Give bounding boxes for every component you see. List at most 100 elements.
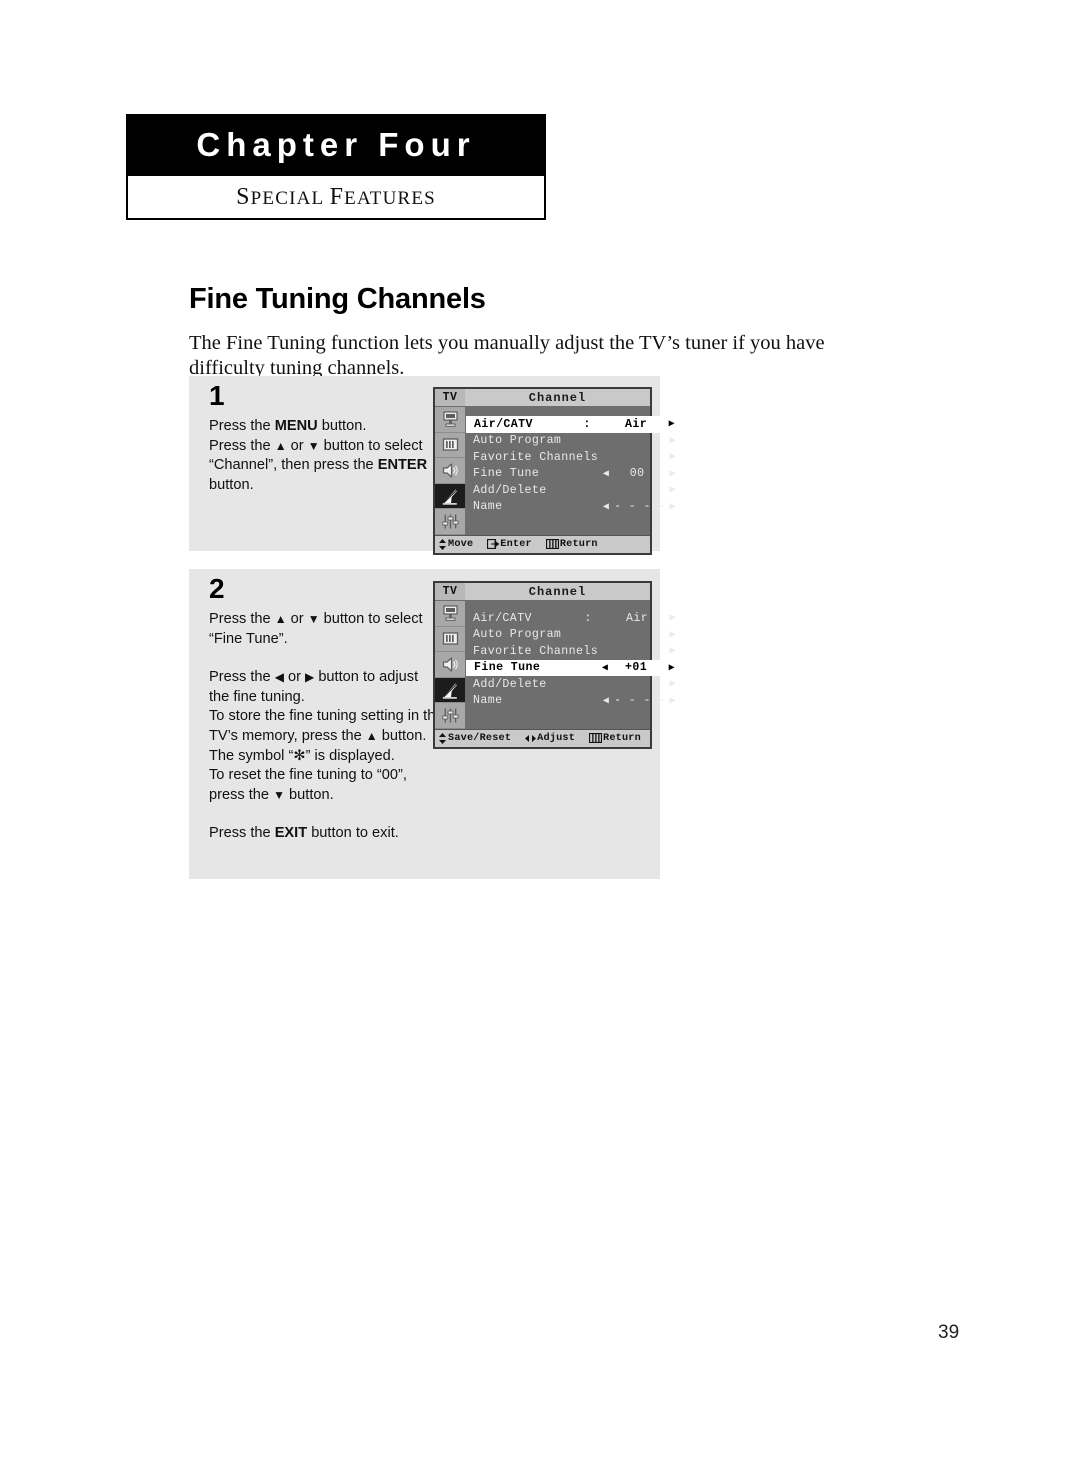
osd-icon-sidebar bbox=[435, 601, 465, 729]
instruction-text: Press the bbox=[209, 437, 275, 454]
tv-osd-menu-step-1[interactable]: TV Channel Air/CATV: Air ▶ Auto Program ▶ Favor… bbox=[433, 387, 681, 555]
osd-left-arrow-icon[interactable]: ◀ bbox=[598, 501, 614, 513]
chapter-subtitle: SPECIAL FEATURES bbox=[236, 184, 436, 211]
instruction-text: or bbox=[283, 669, 306, 686]
arrow-icon: ▲ bbox=[274, 438, 287, 453]
instruction-line: The symbol “✻” is displayed. bbox=[209, 747, 444, 767]
osd-footer-hint: Save/Reset bbox=[438, 732, 512, 744]
button-name: EXIT bbox=[274, 825, 308, 842]
instruction-line: the fine tuning. bbox=[209, 688, 444, 708]
step-number-1: 1 bbox=[209, 380, 225, 411]
osd-right-arrow-icon[interactable]: ▶ bbox=[659, 418, 675, 430]
instruction-text: button to adjust bbox=[314, 669, 419, 686]
picture-bars-icon[interactable] bbox=[435, 432, 465, 459]
osd-footer-label: Enter bbox=[500, 538, 532, 550]
osd-left-arrow-icon[interactable]: ◀ bbox=[598, 468, 614, 480]
osd-item-value: Air bbox=[625, 417, 648, 431]
osd-menu-item[interactable]: Air/CATV: Air ▶ bbox=[466, 416, 681, 433]
enter-key-icon bbox=[487, 539, 500, 550]
osd-menu-item[interactable]: Name ◀ - - - - ▶ bbox=[465, 693, 681, 710]
osd-tv-tag: TV bbox=[435, 583, 465, 600]
osd-menu-item[interactable]: Auto Program ▶ bbox=[465, 627, 681, 644]
instruction-line: “Fine Tune”. bbox=[209, 630, 444, 650]
osd-footer-hint: Return bbox=[589, 733, 641, 744]
chapter-subtitle-cap-1: S bbox=[236, 183, 251, 210]
osd-right-arrow-icon[interactable]: ▶ bbox=[660, 451, 676, 463]
instruction-text: The symbol “✻” is displayed. bbox=[209, 747, 395, 764]
osd-menu-item[interactable]: Fine Tune ◀ +01 ▶ bbox=[466, 659, 681, 676]
instruction-text: button. bbox=[317, 418, 367, 434]
osd-item-label: Name bbox=[473, 694, 503, 708]
osd-menu-item[interactable]: Air/CATV: Air ▶ bbox=[465, 610, 681, 627]
button-name: MENU bbox=[274, 418, 318, 434]
osd-footer-label: Return bbox=[603, 732, 641, 744]
osd-right-arrow-icon[interactable]: ▶ bbox=[660, 484, 676, 496]
osd-right-arrow-icon[interactable]: ▶ bbox=[660, 435, 676, 447]
osd-left-arrow-icon[interactable]: ◀ bbox=[598, 695, 614, 707]
tv-osd-menu-step-2[interactable]: TV Channel Air/CATV: Air ▶ Auto Program ▶ Favor… bbox=[433, 581, 681, 749]
osd-item-value: - - - - bbox=[614, 694, 666, 708]
osd-item-value: +01 bbox=[625, 661, 648, 675]
satellite-dish-icon[interactable] bbox=[435, 677, 465, 704]
osd-right-arrow-icon[interactable]: ▶ bbox=[660, 468, 676, 480]
monitor-icon[interactable] bbox=[435, 407, 465, 433]
arrow-icon: ▼ bbox=[307, 612, 320, 626]
instruction-line: Press the EXIT button to exit. bbox=[209, 824, 444, 844]
osd-right-arrow-icon[interactable]: ▶ bbox=[660, 695, 676, 707]
osd-footer-label: Save/Reset bbox=[448, 732, 512, 744]
instruction-text: button to select bbox=[319, 437, 423, 454]
picture-bars-icon[interactable] bbox=[435, 626, 465, 653]
chapter-title-bar: Chapter Four bbox=[126, 114, 546, 176]
sliders-icon[interactable] bbox=[435, 509, 465, 535]
osd-item-label: Name bbox=[473, 500, 503, 514]
osd-right-arrow-icon[interactable]: ▶ bbox=[660, 629, 676, 641]
osd-menu-item[interactable]: Favorite Channels ▶ bbox=[465, 449, 681, 466]
instruction-text: button to exit. bbox=[307, 825, 399, 842]
instruction-text: “Channel”, then press the bbox=[209, 457, 378, 474]
osd-body: Air/CATV: Air ▶ Auto Program ▶ Favorite Chann… bbox=[435, 601, 681, 729]
step-instructions-1: Press the MENU button. Press the ▲ or ▼ b… bbox=[209, 417, 444, 495]
osd-item-label: Air/CATV bbox=[473, 611, 532, 625]
osd-item-colon: : bbox=[584, 611, 592, 625]
instruction-text: “Fine Tune”. bbox=[209, 630, 288, 647]
osd-item-list: Air/CATV: Air ▶ Auto Program ▶ Favorite Chann… bbox=[465, 407, 681, 535]
monitor-icon[interactable] bbox=[435, 601, 465, 627]
chapter-title: Chapter Four bbox=[196, 126, 476, 163]
osd-right-arrow-icon[interactable]: ▶ bbox=[659, 662, 675, 674]
osd-tv-tag: TV bbox=[435, 389, 465, 406]
arrow-icon: ▼ bbox=[273, 787, 285, 802]
osd-item-label: Fine Tune bbox=[474, 661, 541, 675]
satellite-dish-icon[interactable] bbox=[435, 483, 465, 510]
osd-right-arrow-icon[interactable]: ▶ bbox=[660, 612, 676, 624]
osd-right-arrow-icon[interactable]: ▶ bbox=[660, 501, 676, 513]
osd-right-arrow-icon[interactable]: ▶ bbox=[660, 678, 676, 690]
osd-menu-item[interactable]: Add/Delete ▶ bbox=[465, 676, 681, 693]
osd-left-arrow-icon[interactable]: ◀ bbox=[597, 662, 613, 674]
arrow-icon: ▲ bbox=[365, 728, 378, 743]
osd-item-list: Air/CATV: Air ▶ Auto Program ▶ Favorite Chann… bbox=[465, 601, 681, 729]
osd-menu-item[interactable]: Favorite Channels ▶ bbox=[465, 643, 681, 660]
instruction-text: or bbox=[286, 437, 308, 454]
osd-item-value: - - - - bbox=[614, 500, 666, 514]
intro-paragraph: The Fine Tuning function lets you manual… bbox=[189, 331, 825, 379]
osd-menu-item[interactable]: Name ◀ - - - - ▶ bbox=[465, 499, 681, 516]
instruction-text: button. bbox=[209, 476, 254, 493]
instruction-line: To reset the fine tuning to “00”, bbox=[209, 766, 444, 786]
instruction-text: button. bbox=[284, 786, 334, 803]
page-title: Fine Tuning Channels bbox=[189, 283, 486, 316]
osd-right-arrow-icon[interactable]: ▶ bbox=[660, 645, 676, 657]
osd-menu-item[interactable]: Fine Tune ◀ 00 ▶ bbox=[465, 466, 681, 483]
instruction-text: Press the bbox=[209, 825, 275, 842]
osd-title-bar: TV Channel bbox=[435, 389, 650, 407]
sliders-icon[interactable] bbox=[435, 703, 465, 729]
instruction-text: button. bbox=[377, 727, 427, 744]
osd-item-label: Auto Program bbox=[473, 628, 562, 642]
speaker-icon[interactable] bbox=[435, 458, 465, 484]
osd-menu-item[interactable]: Auto Program ▶ bbox=[465, 433, 681, 450]
osd-menu-item[interactable]: Add/Delete ▶ bbox=[465, 482, 681, 499]
arrow-icon: ▲ bbox=[274, 612, 287, 626]
osd-item-colon: : bbox=[583, 417, 591, 431]
speaker-icon[interactable] bbox=[435, 652, 465, 678]
osd-item-label: Air/CATV bbox=[474, 417, 533, 431]
